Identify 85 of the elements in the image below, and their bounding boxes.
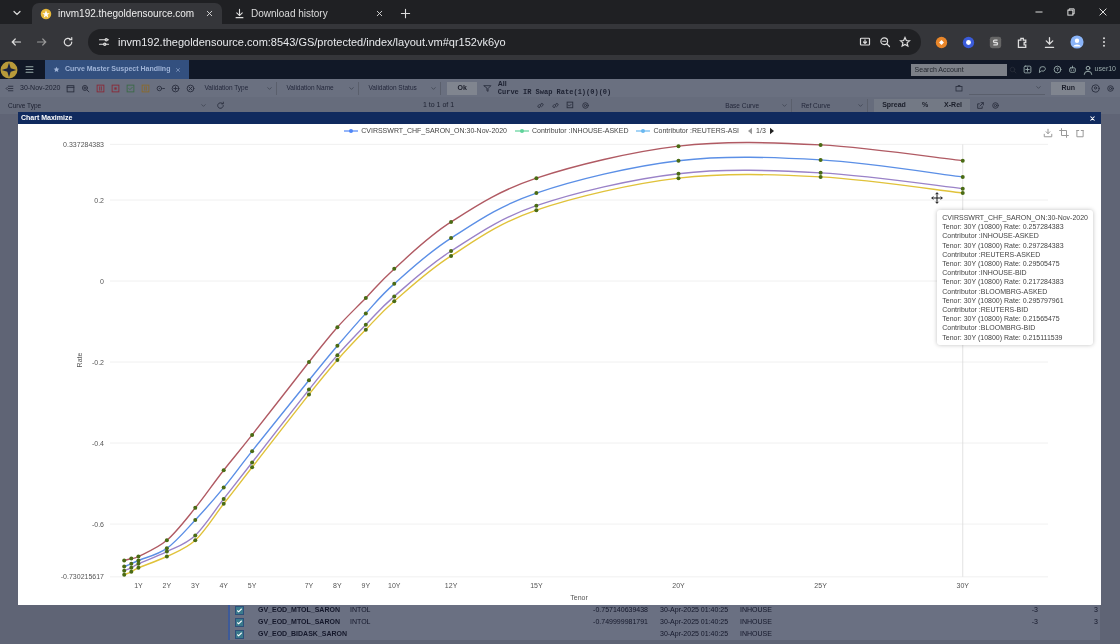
close-icon[interactable] <box>375 9 384 18</box>
reload-icon[interactable] <box>62 36 74 48</box>
close-icon[interactable] <box>1098 7 1108 17</box>
data-point <box>164 538 169 543</box>
install-app-icon[interactable] <box>859 36 871 48</box>
filter-icon[interactable] <box>482 83 492 93</box>
extension-icon[interactable] <box>989 35 1002 49</box>
zoom-icon[interactable] <box>879 36 891 48</box>
briefcase-icon[interactable] <box>955 84 964 92</box>
data-point <box>193 518 198 522</box>
data-point <box>193 505 198 510</box>
menu-icon[interactable] <box>24 64 35 75</box>
extension-icon[interactable] <box>962 35 975 49</box>
chat-icon[interactable] <box>1037 65 1047 74</box>
data-point <box>363 311 368 316</box>
star-icon <box>53 66 60 73</box>
data-point <box>392 281 397 286</box>
row-checkbox[interactable] <box>235 617 244 627</box>
data-point <box>221 468 226 473</box>
data-point <box>534 176 539 181</box>
row-checkbox[interactable] <box>235 629 244 639</box>
add-circle-icon[interactable] <box>171 83 181 93</box>
star-icon[interactable] <box>899 36 911 48</box>
data-point <box>676 144 681 149</box>
zoom-in-icon[interactable] <box>81 83 91 93</box>
user-icon <box>1082 64 1093 75</box>
data-point <box>534 191 539 196</box>
data-point <box>221 485 226 490</box>
puzzle-icon[interactable] <box>1016 35 1029 49</box>
collapse-icon[interactable] <box>5 83 14 93</box>
site-settings-icon[interactable] <box>98 36 110 48</box>
chevron-down-icon <box>266 84 274 92</box>
back-icon[interactable] <box>10 36 22 48</box>
eye-dropdown-icon[interactable] <box>156 83 166 93</box>
add-icon[interactable] <box>1022 65 1032 74</box>
data-point <box>818 142 823 147</box>
external-link-icon[interactable] <box>976 101 985 110</box>
cancel-circle-icon[interactable] <box>186 83 196 93</box>
chevron-down-icon <box>430 84 438 92</box>
settings-icon[interactable] <box>1106 83 1115 93</box>
data-point <box>306 360 311 365</box>
chevron-down-icon <box>200 102 207 109</box>
crop-icon[interactable] <box>1059 128 1069 138</box>
data-point <box>449 236 454 241</box>
restore-icon[interactable] <box>1066 7 1076 17</box>
data-point <box>449 219 454 224</box>
new-tab-icon[interactable] <box>400 8 411 19</box>
data-point <box>363 296 368 301</box>
data-point <box>676 158 681 163</box>
check-box-icon[interactable] <box>566 101 576 110</box>
chevron-down-icon <box>1035 84 1043 91</box>
data-point <box>818 157 823 162</box>
tab-title: Download history <box>251 7 329 21</box>
data-point <box>250 449 255 454</box>
browser-tab[interactable]: Download history <box>226 3 392 24</box>
browser-tab[interactable]: invm192.thegoldensource.com <box>32 3 222 24</box>
help-icon[interactable] <box>1052 65 1062 74</box>
tab-title: invm192.thegoldensource.com <box>58 7 196 21</box>
data-point <box>250 432 255 437</box>
calendar-icon[interactable] <box>66 83 76 93</box>
row-checkbox[interactable] <box>235 605 244 615</box>
forward-icon[interactable] <box>36 36 48 48</box>
chevron-down-icon <box>857 102 865 109</box>
close-icon[interactable] <box>205 9 214 18</box>
data-point <box>960 174 965 179</box>
data-point <box>960 158 965 163</box>
data-point <box>392 266 397 271</box>
download-icon <box>234 8 245 19</box>
chevron-down-icon <box>348 84 356 92</box>
extension-icon[interactable] <box>935 35 948 49</box>
user-circle-icon[interactable] <box>1091 83 1100 93</box>
data-point <box>335 343 340 348</box>
settings-icon[interactable] <box>991 101 1000 110</box>
chevron-down-icon <box>781 102 789 109</box>
data-point <box>335 325 340 330</box>
next-page-icon[interactable] <box>768 127 775 135</box>
address-bar[interactable]: invm192.thegoldensource.com:8543/GS/protected/index/layout.vm#qr152vk6yo <box>88 29 921 55</box>
site-favicon-icon <box>40 7 52 20</box>
profile-avatar-icon[interactable] <box>1070 35 1084 49</box>
data-point <box>306 378 311 383</box>
check-box-icon[interactable] <box>126 83 136 93</box>
previous-page-icon[interactable] <box>747 127 754 135</box>
move-cursor-icon <box>931 192 943 204</box>
logo-icon <box>0 60 18 79</box>
robot-icon[interactable] <box>1067 65 1077 74</box>
